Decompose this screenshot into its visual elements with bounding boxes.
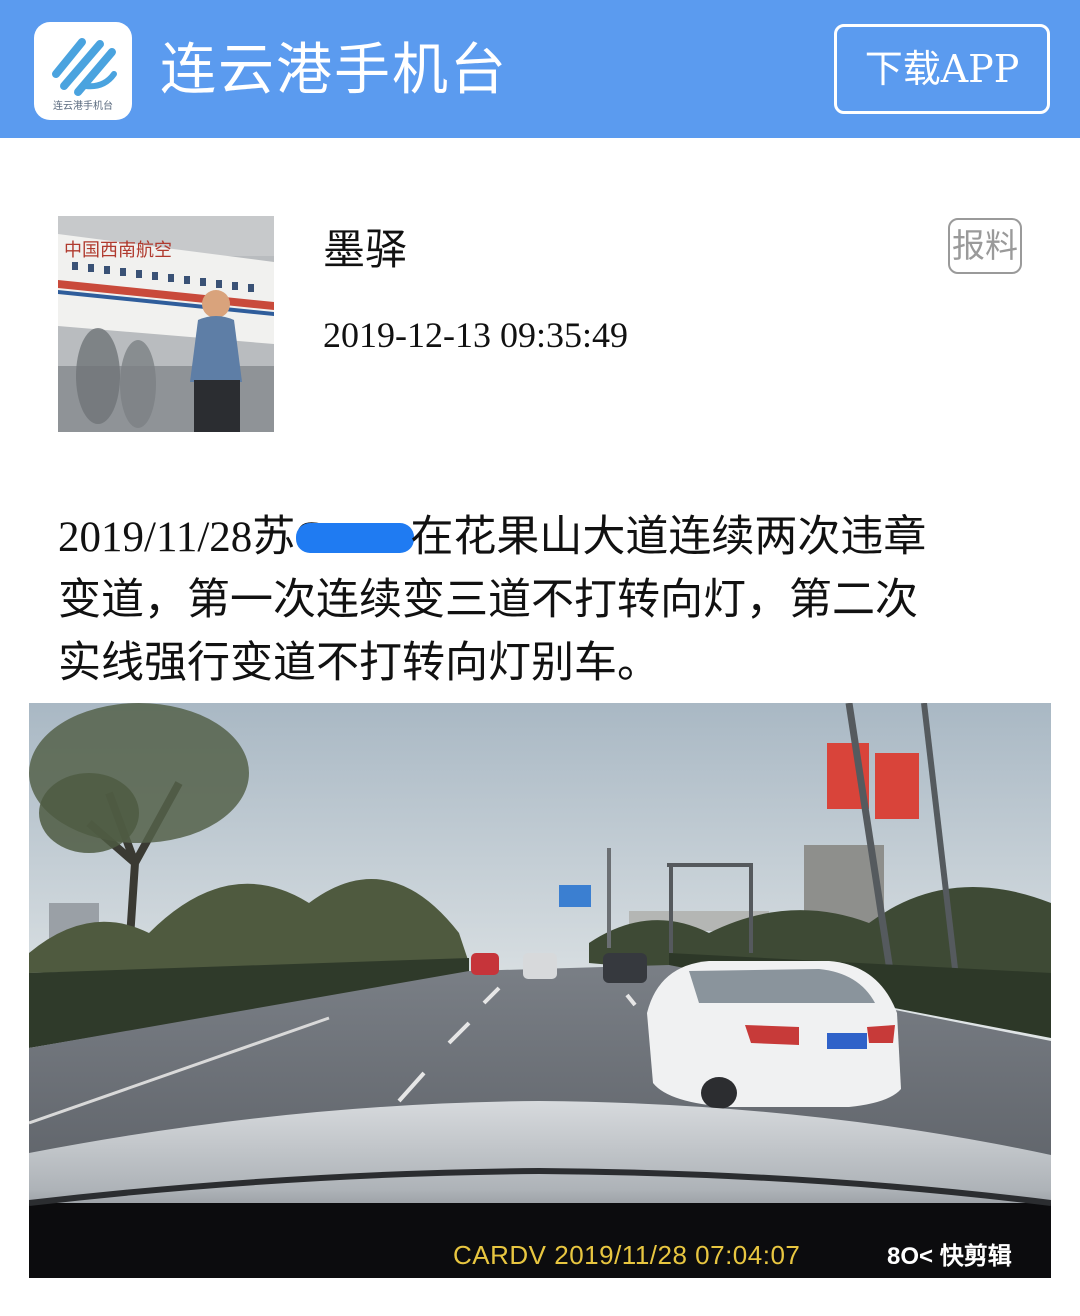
dashcam-photo[interactable]: CARDV 2019/11/28 07:04:07 8O< 快剪辑 bbox=[29, 703, 1051, 1278]
post-text-line-1-end: 在花果山大道连续两次违章 bbox=[410, 514, 927, 561]
download-app-button[interactable]: 下载APP bbox=[834, 24, 1050, 114]
app-logo-text: 连云港手机台 bbox=[53, 101, 113, 112]
camera-timestamp: CARDV 2019/11/28 07:04:07 bbox=[453, 1240, 801, 1270]
author-avatar[interactable]: 中国西南航空 bbox=[58, 216, 274, 432]
report-button[interactable]: 报料 bbox=[948, 218, 1022, 274]
post-text-line-1-start: 2019/11/28苏G bbox=[58, 514, 327, 561]
post-text-line-3: 实线强行变道不打转向灯别车。 bbox=[58, 640, 660, 687]
post-text-line-1: 2019/11/28苏G 在花果山大道连续两次违章 bbox=[58, 506, 1038, 569]
post-timestamp: 2019-12-13 09:35:49 bbox=[323, 315, 628, 355]
avatar-caption: 中国西南航空 bbox=[64, 240, 172, 261]
plate-redaction bbox=[296, 523, 415, 553]
app-logo[interactable]: 连云港手机台 bbox=[34, 22, 132, 120]
app-header: 连云港手机台 连云港手机台 下载APP bbox=[0, 0, 1080, 138]
app-name: 连云港手机台 bbox=[160, 38, 508, 103]
post-text: 2019/11/28苏G 在花果山大道连续两次违章 变道，第一次连续变三道不打转向… bbox=[58, 506, 1038, 695]
video-watermark: 8O< 快剪辑 bbox=[887, 1243, 1012, 1270]
post-text-line-2: 变道，第一次连续变三道不打转向灯，第二次 bbox=[58, 577, 918, 624]
author-name[interactable]: 墨驿 bbox=[323, 222, 407, 278]
